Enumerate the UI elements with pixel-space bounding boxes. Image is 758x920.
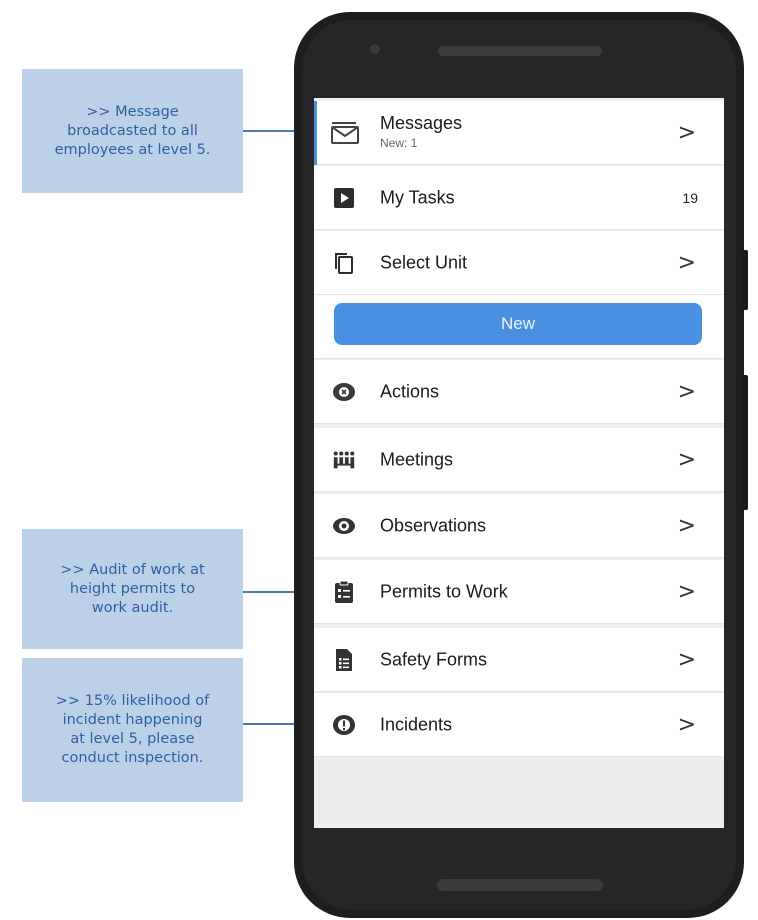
- callout-permits: >> Audit of work at height permits to wo…: [22, 529, 243, 649]
- play-square-icon: [332, 186, 356, 210]
- camera-icon: [370, 44, 380, 54]
- callout-line: at level 5, please: [70, 731, 195, 747]
- callout-messages: >> Message broadcasted to all employees …: [22, 69, 243, 193]
- new-button[interactable]: New: [334, 303, 702, 345]
- active-indicator: [314, 101, 317, 165]
- envelope-icon: [330, 121, 360, 145]
- menu-item-my-tasks[interactable]: My Tasks 19: [314, 166, 724, 230]
- meetings-label: Meetings: [380, 449, 454, 469]
- observations-label: Observations: [380, 515, 487, 535]
- chevron-right-icon: >: [677, 513, 696, 538]
- callout-line: >> Message: [86, 103, 179, 120]
- callout-incidents: >> 15% likelihood of incident happening …: [22, 658, 243, 802]
- permits-label: Permits to Work: [380, 581, 508, 601]
- callout-line: >> 15% likelihood of: [55, 693, 210, 709]
- chevron-right-icon: >: [677, 712, 696, 737]
- my-tasks-count: 19: [682, 189, 698, 206]
- chevron-right-icon: >: [677, 579, 696, 604]
- people-group-icon: [332, 448, 356, 472]
- my-tasks-label: My Tasks: [380, 187, 455, 207]
- menu-item-observations[interactable]: Observations >: [314, 494, 724, 558]
- eye-icon: [332, 514, 356, 538]
- chevron-right-icon: >: [677, 120, 696, 145]
- new-button-row: New: [314, 295, 724, 359]
- menu-item-meetings[interactable]: Meetings >: [314, 428, 724, 492]
- menu-item-safety-forms[interactable]: Safety Forms >: [314, 628, 724, 692]
- callout-line: broadcasted to all: [67, 122, 198, 139]
- select-unit-label: Select Unit: [380, 252, 468, 272]
- copy-pages-icon: [332, 251, 356, 275]
- chevron-right-icon: >: [677, 447, 696, 472]
- callout-line: employees at level 5.: [54, 141, 211, 158]
- messages-label: Messages: [380, 113, 463, 133]
- speaker-grille: [438, 46, 602, 56]
- form-document-icon: [332, 648, 356, 672]
- chevron-right-icon: >: [677, 647, 696, 672]
- alert-circle-icon: [332, 713, 356, 737]
- safety-forms-label: Safety Forms: [380, 649, 488, 669]
- menu-item-actions[interactable]: Actions >: [314, 360, 724, 424]
- chevron-right-icon: >: [677, 250, 696, 275]
- chevron-right-icon: >: [677, 379, 696, 404]
- messages-new-count: New: 1: [380, 136, 418, 150]
- power-button: [742, 375, 748, 510]
- callout-line: conduct inspection.: [61, 750, 204, 766]
- home-bar[interactable]: [437, 879, 603, 891]
- menu-item-permits-to-work[interactable]: Permits to Work >: [314, 560, 724, 624]
- actions-label: Actions: [380, 381, 440, 401]
- volume-button: [742, 250, 748, 310]
- menu-item-messages[interactable]: Messages New: 1 >: [314, 101, 724, 165]
- menu-item-select-unit[interactable]: Select Unit >: [314, 231, 724, 295]
- callout-line: height permits to: [69, 580, 196, 597]
- clipboard-icon: [332, 580, 356, 604]
- menu-item-incidents[interactable]: Incidents >: [314, 693, 724, 757]
- app-screen: Messages New: 1 > My Tasks 19 Select Uni…: [314, 98, 724, 828]
- incidents-label: Incidents: [380, 714, 453, 734]
- callout-line: >> Audit of work at: [60, 561, 205, 578]
- callout-line: incident happening: [62, 712, 203, 728]
- circle-x-icon: [332, 380, 356, 404]
- callout-line: work audit.: [91, 599, 174, 616]
